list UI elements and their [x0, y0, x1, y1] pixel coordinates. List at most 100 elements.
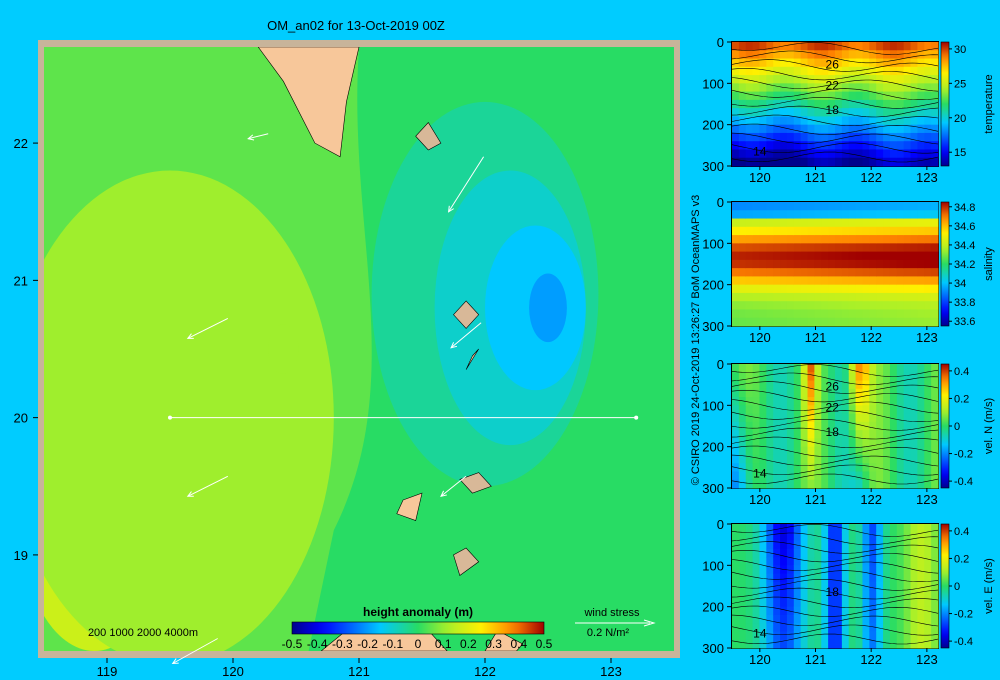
section-cell: [780, 301, 788, 310]
section-cell: [828, 218, 836, 228]
contour-label: 22: [826, 400, 840, 414]
section-cell: [821, 124, 829, 134]
section-cell: [855, 438, 863, 448]
section-cell: [835, 309, 843, 319]
section-cell: [876, 380, 884, 390]
section-cell: [896, 532, 905, 542]
section-cell: [738, 292, 747, 302]
section-cell: [889, 218, 898, 228]
section-cell: [876, 124, 884, 134]
section-cell: [738, 590, 747, 599]
section-cell: [876, 251, 884, 261]
section-cell: [889, 210, 898, 220]
section-cell: [883, 259, 891, 269]
section-cell: [910, 639, 918, 649]
section-cell: [807, 430, 815, 439]
colorbar-tick-label: -0.5: [282, 637, 303, 651]
section-cell: [841, 276, 850, 286]
section-cell: [889, 471, 898, 481]
section-cell: [752, 132, 760, 142]
section-cell: [738, 108, 747, 117]
section-cell: [807, 614, 815, 624]
section-cell: [917, 149, 925, 159]
section-cell: [807, 116, 815, 126]
section-cell: [917, 364, 925, 373]
section-cell: [903, 614, 912, 624]
section-cell: [841, 50, 850, 60]
colorbar-tick-label: 15: [954, 147, 966, 159]
section-cell: [917, 454, 925, 464]
section-cell: [780, 276, 788, 286]
section-cell: [869, 421, 877, 431]
colorbar-tick-label: 34.6: [954, 221, 975, 233]
colorbar-tick-label: 30: [954, 44, 966, 56]
section-cell: [752, 421, 760, 431]
section-cell: [759, 157, 767, 167]
section-cell: [780, 380, 788, 390]
section-cell: [745, 251, 754, 261]
section-cell: [841, 141, 850, 150]
section-cell: [766, 454, 774, 464]
section-cell: [738, 631, 747, 641]
section-cell: [917, 639, 925, 649]
section-cell: [752, 614, 760, 624]
section-cell: [821, 479, 829, 489]
section-cell: [883, 405, 891, 415]
section-cell: [773, 317, 781, 327]
section-cell: [924, 210, 932, 220]
x-tick-label: 121: [805, 492, 827, 507]
section-cell: [780, 75, 788, 84]
section-cell: [931, 446, 939, 456]
section-cell: [814, 226, 822, 236]
section-cell: [841, 639, 850, 649]
section-cell: [883, 590, 891, 599]
section-cell: [821, 606, 829, 616]
section-cell: [773, 259, 781, 269]
section-cell: [738, 259, 747, 269]
section-cell: [855, 397, 863, 406]
section-cell: [800, 540, 809, 550]
section-cell: [814, 301, 822, 310]
section-cell: [924, 454, 932, 464]
section-cell: [841, 446, 850, 456]
contour-label: 18: [826, 585, 840, 599]
x-tick-label: 120: [749, 170, 771, 185]
section-cell: [910, 202, 918, 211]
section-cell: [752, 479, 760, 489]
section-cell: [800, 614, 809, 624]
section-cell: [924, 614, 932, 624]
section-cell: [807, 157, 815, 167]
section-cell: [903, 75, 912, 84]
section-cell: [876, 75, 884, 84]
section-cell: [807, 235, 815, 244]
section-cell: [821, 292, 829, 302]
section-cell: [732, 471, 740, 481]
section-cell: [745, 317, 754, 327]
section-cell: [896, 42, 905, 51]
section-cell: [835, 301, 843, 310]
section-cell: [732, 397, 740, 406]
section-cell: [869, 372, 877, 382]
wind-stress-scale: 0.2 N/m²: [587, 627, 630, 639]
section-cell: [807, 364, 815, 373]
transect-end: [634, 415, 639, 420]
section-cell: [773, 309, 781, 319]
section-cell: [855, 639, 863, 649]
section-cell: [917, 276, 925, 286]
section-cell: [732, 149, 740, 159]
section-cell: [793, 581, 802, 591]
section-cell: [793, 421, 802, 431]
section-cell: [835, 276, 843, 286]
salinity-section: 120 121 122 123 0 100 200 300 34.8 34.6 34.4 34.2 34…: [702, 195, 995, 345]
section-cell: [903, 259, 912, 269]
colorbar-tick-label: -0.3: [332, 637, 353, 651]
section-cell: [848, 364, 857, 373]
section-cell: [814, 573, 822, 583]
contour-label: 14: [753, 145, 767, 159]
section-cell: [800, 99, 809, 109]
section-cell: [752, 83, 760, 93]
section-cell: [807, 606, 815, 616]
section-cell: [903, 268, 912, 277]
section-colorbar: [940, 363, 950, 489]
section-cell: [835, 598, 843, 608]
